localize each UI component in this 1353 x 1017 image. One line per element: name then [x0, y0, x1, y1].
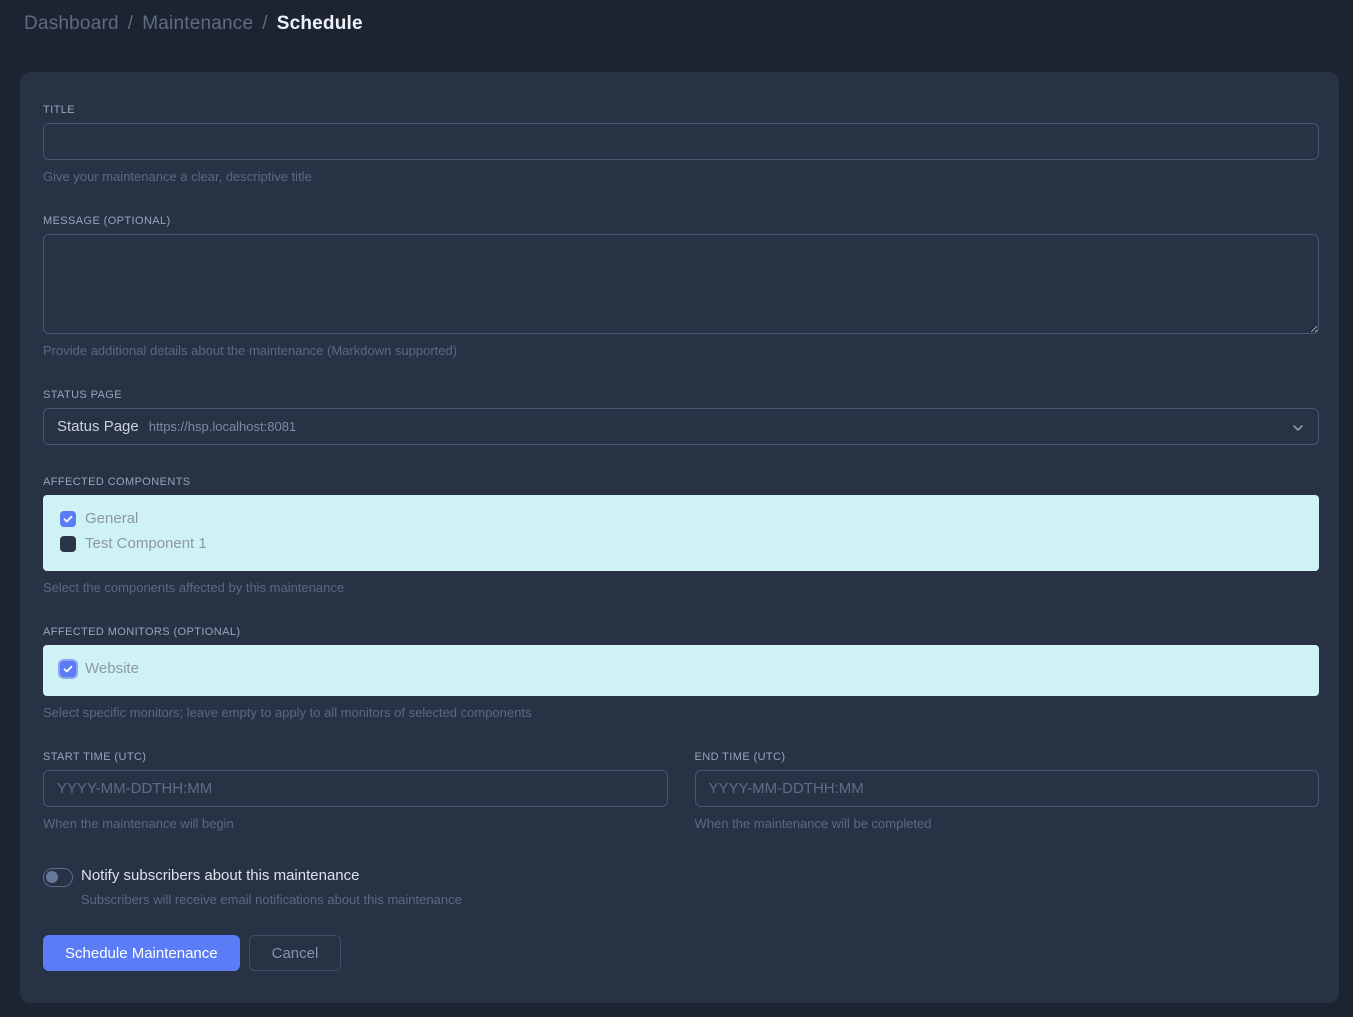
start-time-label: Start Time (UTC) — [43, 751, 668, 763]
affected-monitors-label: Affected Monitors (Optional) — [43, 626, 1319, 638]
title-helper: Give your maintenance a clear, descripti… — [43, 169, 1319, 184]
notify-label[interactable]: Notify subscribers about this maintenanc… — [81, 867, 462, 884]
affected-monitors-box: Website — [43, 645, 1319, 696]
status-page-field-group: Status Page Status Page https://hsp.loca… — [43, 389, 1319, 445]
breadcrumb-current-schedule: Schedule — [277, 13, 363, 35]
time-fields-row: Start Time (UTC) When the maintenance wi… — [43, 751, 1319, 831]
status-page-label: Status Page — [43, 389, 1319, 401]
component-option-test-component-1[interactable]: Test Component 1 — [60, 535, 1303, 552]
message-field-group: Message (Optional) Provide additional de… — [43, 215, 1319, 358]
checkbox-website[interactable] — [60, 661, 76, 677]
affected-components-box: General Test Component 1 — [43, 495, 1319, 571]
notify-toggle[interactable] — [43, 868, 73, 887]
start-time-input[interactable] — [43, 770, 668, 807]
component-option-general[interactable]: General — [60, 510, 1303, 527]
notify-helper: Subscribers will receive email notificat… — [81, 892, 462, 907]
toggle-knob — [46, 871, 58, 883]
affected-monitors-field-group: Affected Monitors (Optional) Website Sel… — [43, 626, 1319, 720]
checkbox-general[interactable] — [60, 511, 76, 527]
end-time-helper: When the maintenance will be completed — [695, 816, 1320, 831]
end-time-field-group: End Time (UTC) When the maintenance will… — [695, 751, 1320, 831]
affected-components-helper: Select the components affected by this m… — [43, 580, 1319, 595]
status-page-url: https://hsp.localhost:8081 — [149, 419, 296, 434]
component-label-general: General — [85, 510, 138, 527]
schedule-maintenance-button[interactable]: Schedule Maintenance — [43, 935, 240, 971]
monitor-label-website: Website — [85, 660, 139, 677]
checkbox-test-component-1[interactable] — [60, 536, 76, 552]
check-icon — [63, 664, 73, 674]
status-page-select[interactable]: Status Page https://hsp.localhost:8081 — [43, 408, 1319, 445]
affected-components-label: Affected Components — [43, 476, 1319, 488]
message-textarea[interactable] — [43, 234, 1319, 334]
schedule-maintenance-form-card: Title Give your maintenance a clear, des… — [20, 72, 1339, 1003]
component-label-test-component-1: Test Component 1 — [85, 535, 207, 552]
monitor-option-website[interactable]: Website — [60, 660, 1303, 677]
form-actions: Schedule Maintenance Cancel — [43, 935, 1319, 971]
status-page-selected-value: Status Page — [57, 418, 139, 435]
breadcrumb-separator: / — [128, 13, 133, 35]
breadcrumb: Dashboard / Maintenance / Schedule — [24, 13, 363, 35]
start-time-helper: When the maintenance will begin — [43, 816, 668, 831]
title-input[interactable] — [43, 123, 1319, 160]
notify-subscribers-row: Notify subscribers about this maintenanc… — [43, 867, 1319, 907]
message-label: Message (Optional) — [43, 215, 1319, 227]
top-bar: Dashboard / Maintenance / Schedule — [0, 0, 1353, 48]
title-label: Title — [43, 104, 1319, 116]
start-time-field-group: Start Time (UTC) When the maintenance wi… — [43, 751, 668, 831]
notify-text-block: Notify subscribers about this maintenanc… — [81, 867, 462, 907]
affected-components-field-group: Affected Components General Test Compone… — [43, 476, 1319, 595]
title-field-group: Title Give your maintenance a clear, des… — [43, 104, 1319, 184]
breadcrumb-separator: / — [262, 13, 267, 35]
end-time-input[interactable] — [695, 770, 1320, 807]
message-helper: Provide additional details about the mai… — [43, 343, 1319, 358]
cancel-button[interactable]: Cancel — [249, 935, 342, 971]
check-icon — [63, 514, 73, 524]
chevron-down-icon — [1291, 421, 1305, 439]
affected-monitors-helper: Select specific monitors; leave empty to… — [43, 705, 1319, 720]
end-time-label: End Time (UTC) — [695, 751, 1320, 763]
breadcrumb-maintenance[interactable]: Maintenance — [142, 13, 253, 35]
breadcrumb-dashboard[interactable]: Dashboard — [24, 13, 119, 35]
